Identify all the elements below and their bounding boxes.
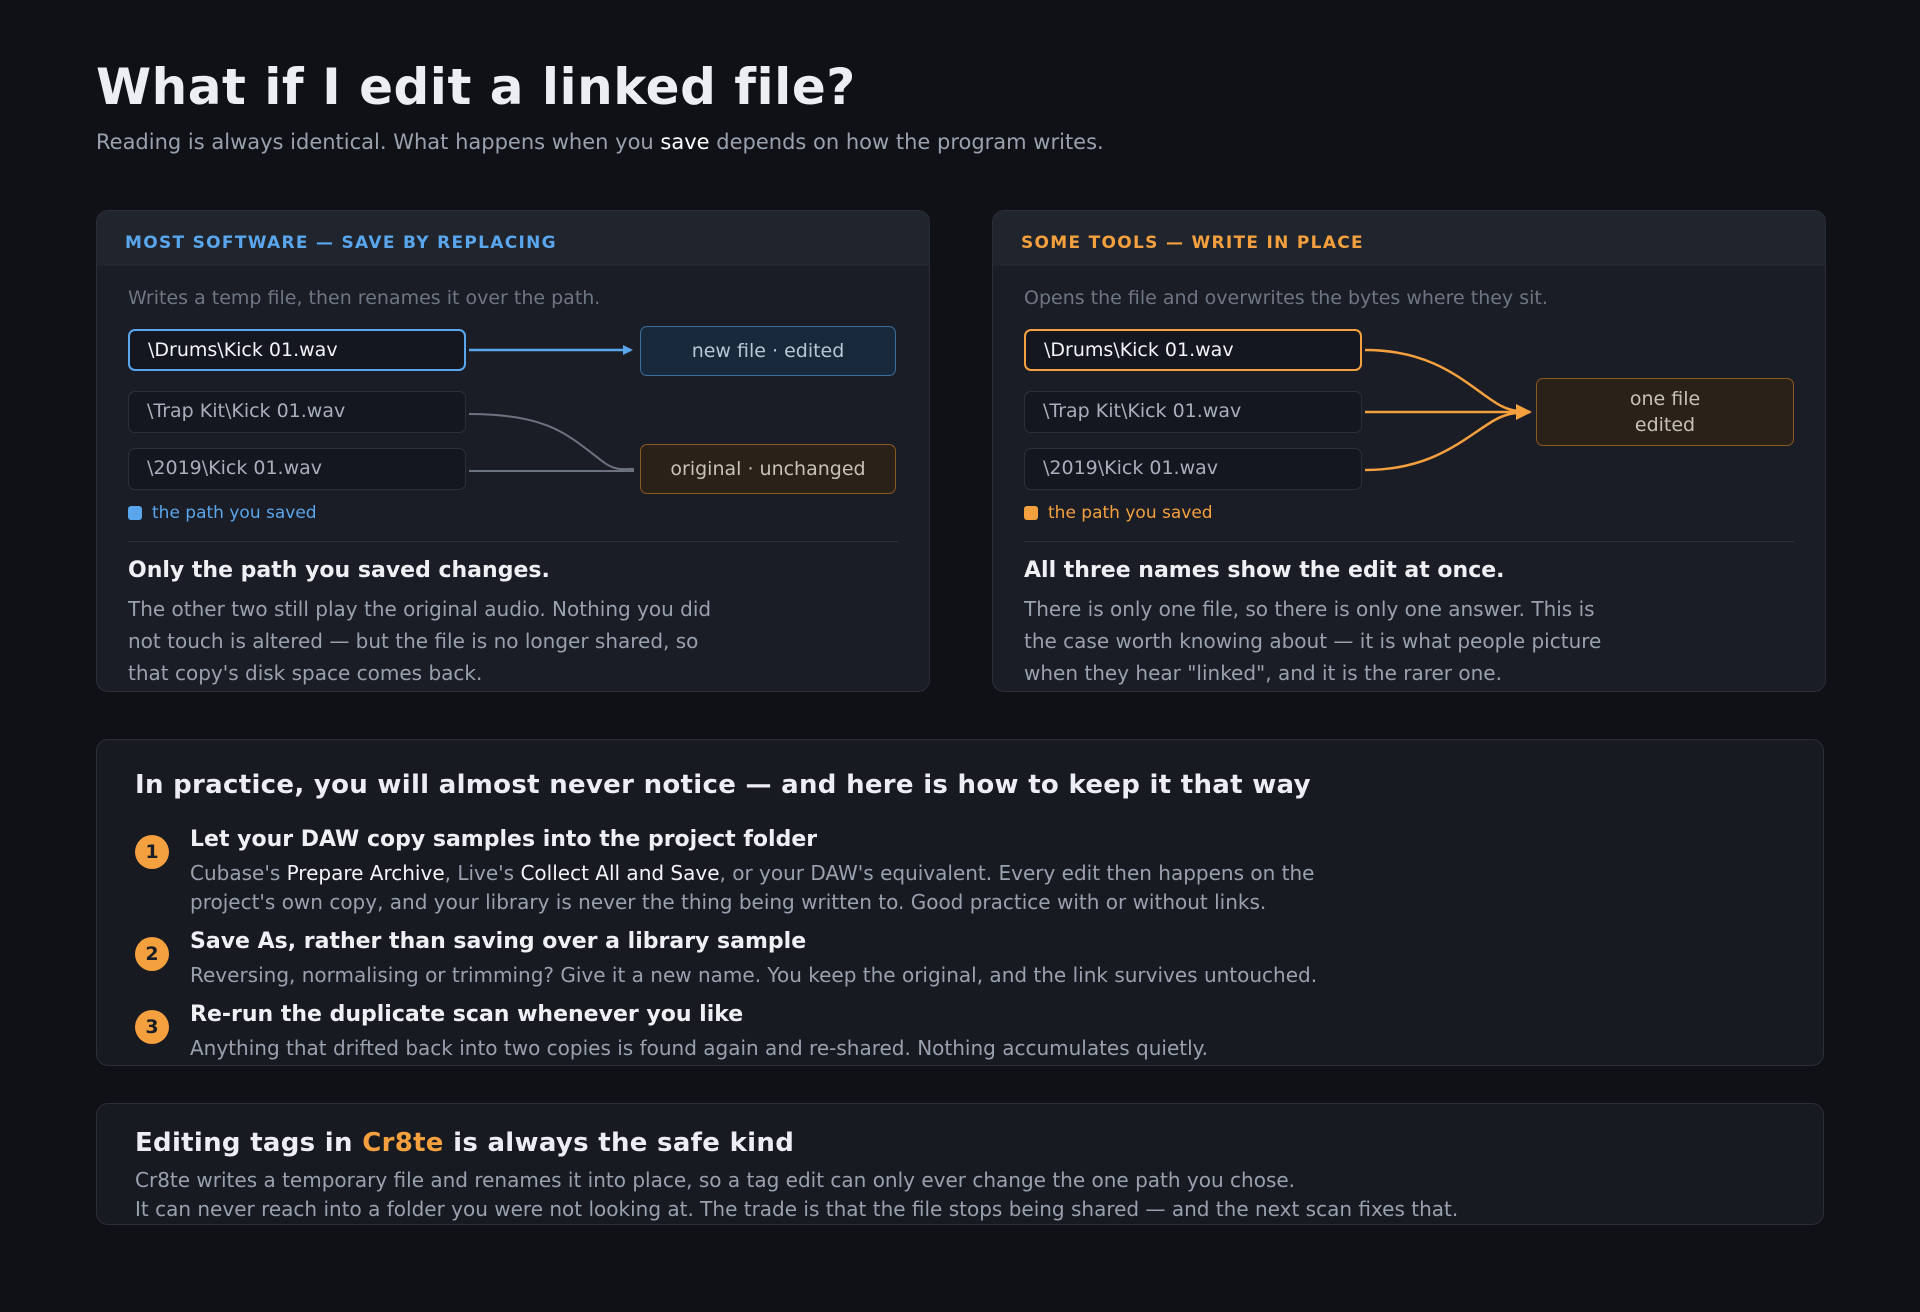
connector-drums-to-file <box>1364 348 1531 414</box>
step-body: Anything that drifted back into two copi… <box>190 1036 1208 1060</box>
panel-write-in-place: SOME TOOLS — WRITE IN PLACE Opens the fi… <box>992 210 1826 692</box>
result-one-file-edited: one file edited <box>1536 378 1794 446</box>
legend-label: the path you saved <box>152 503 317 523</box>
subtitle-text-end: depends on how the program writes. <box>709 130 1104 154</box>
editing-line-1: Cr8te writes a temporary file and rename… <box>135 1168 1296 1192</box>
practice-section: In practice, you will almost never notic… <box>96 739 1824 1066</box>
editing-heading-end: is always the safe kind <box>443 1128 795 1158</box>
step-number-badge: 3 <box>135 1010 169 1044</box>
result-new-file-edited: new file · edited <box>640 326 896 376</box>
panel-conclusion: All three names show the edit at once. <box>1024 558 1505 583</box>
subtitle-text-start: Reading is always identical. What happen… <box>96 130 661 154</box>
path-box-drums-saved: \Drums\Kick 01.wav <box>128 329 466 371</box>
step-title: Re-run the duplicate scan whenever you l… <box>190 1002 744 1027</box>
step-number-badge: 2 <box>135 937 169 971</box>
editing-heading-start: Editing tags in <box>135 1128 363 1158</box>
legend: the path you saved <box>1024 503 1213 523</box>
legend-swatch-blue <box>128 506 142 520</box>
subtitle-highlight-save: save <box>660 130 710 154</box>
path-box-trap-kit: \Trap Kit\Kick 01.wav <box>128 391 466 433</box>
panel-body: There is only one file, so there is only… <box>1024 597 1602 685</box>
editing-heading: Editing tags in Cr8te is always the safe… <box>135 1128 794 1158</box>
page-subtitle: Reading is always identical. What happen… <box>96 130 1104 154</box>
legend-swatch-orange <box>1024 506 1038 520</box>
step-body: Cubase's Prepare Archive, Live's Collect… <box>190 859 1390 917</box>
step-title: Let your DAW copy samples into the proje… <box>190 827 818 852</box>
result-original-unchanged: original · unchanged <box>640 444 896 494</box>
legend-label: the path you saved <box>1048 503 1213 523</box>
editing-body: Cr8te writes a temporary file and rename… <box>135 1166 1458 1224</box>
path-box-trap-kit: \Trap Kit\Kick 01.wav <box>1024 391 1362 433</box>
connector-trap-to-original <box>468 413 635 471</box>
brand-name: Cr8te <box>362 1128 444 1158</box>
result-line-1: one file <box>1629 388 1701 410</box>
step-body-text: Cubase's <box>190 861 287 885</box>
practice-heading: In practice, you will almost never notic… <box>135 770 1311 800</box>
step-number-badge: 1 <box>135 835 169 869</box>
panel-conclusion: Only the path you saved changes. <box>128 558 550 583</box>
step-body-highlight-collect-all: Collect All and Save <box>520 861 720 885</box>
path-box-drums-saved: \Drums\Kick 01.wav <box>1024 329 1362 371</box>
panel-body: The other two still play the original au… <box>128 597 712 685</box>
step-body-text: , Live's <box>444 861 521 885</box>
step-body-highlight-prepare-archive: Prepare Archive <box>286 861 445 885</box>
step-title: Save As, rather than saving over a libra… <box>190 929 807 954</box>
step-body: Reversing, normalising or trimming? Give… <box>190 963 1318 987</box>
panel-divider <box>128 541 898 542</box>
legend: the path you saved <box>128 503 317 523</box>
connector-2019-to-file <box>1364 410 1531 472</box>
path-box-2019: \2019\Kick 01.wav <box>1024 448 1362 490</box>
editing-line-2: It can never reach into a folder you wer… <box>135 1197 1459 1221</box>
editing-tags-section: Editing tags in Cr8te is always the safe… <box>96 1103 1824 1225</box>
panel-save-by-replacing: MOST SOFTWARE — SAVE BY REPLACING Writes… <box>96 210 930 692</box>
page-title: What if I edit a linked file? <box>96 58 856 116</box>
panel-divider <box>1024 541 1794 542</box>
result-line-2: edited <box>1634 414 1696 436</box>
path-box-2019: \2019\Kick 01.wav <box>128 448 466 490</box>
